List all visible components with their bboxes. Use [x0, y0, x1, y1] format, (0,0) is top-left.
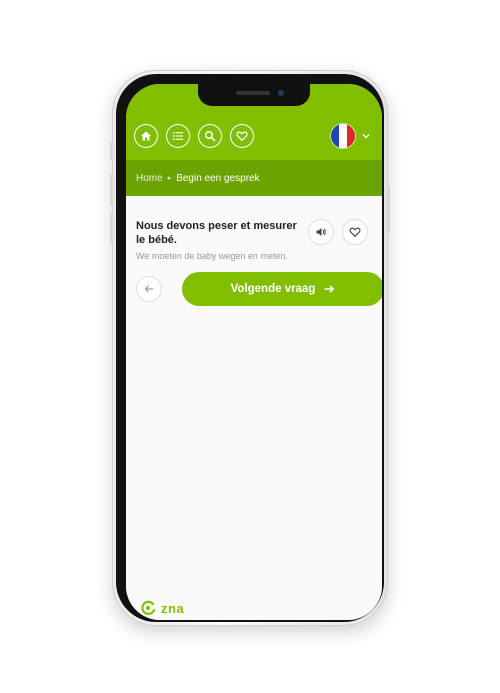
app-screen: Home ▸ Begin een gesprek Nous devons pes…	[126, 84, 382, 620]
question-translation: We moeten de baby wegen en meten.	[136, 251, 288, 261]
search-button[interactable]	[198, 124, 222, 148]
zna-logo: zna	[140, 600, 184, 616]
next-question-label: Volgende vraag	[230, 283, 316, 295]
france-flag-icon	[330, 123, 356, 149]
favorites-button[interactable]	[230, 124, 254, 148]
next-question-button[interactable]: Volgende vraag	[182, 272, 382, 306]
favorite-question-button[interactable]	[342, 219, 368, 245]
home-button[interactable]	[134, 124, 158, 148]
phone-frame: Home ▸ Begin een gesprek Nous devons pes…	[110, 70, 390, 626]
play-audio-button[interactable]	[308, 219, 334, 245]
heart-icon	[236, 131, 248, 142]
language-selector[interactable]	[330, 123, 370, 149]
zna-logo-mark-icon	[141, 600, 156, 615]
zna-logo-text: zna	[161, 600, 185, 616]
search-icon	[204, 130, 216, 142]
breadcrumb-current: Begin een gesprek	[176, 172, 260, 184]
phone-bezel: Home ▸ Begin een gesprek Nous devons pes…	[116, 74, 384, 622]
question-text: Nous devons peser et mesurer le bébé.	[136, 220, 297, 246]
header-nav	[134, 124, 254, 148]
heart-icon	[349, 227, 361, 238]
arrow-left-icon	[144, 285, 153, 293]
breadcrumb: Home ▸ Begin een gesprek	[126, 160, 382, 196]
breadcrumb-home-link[interactable]: Home	[136, 173, 163, 184]
arrow-right-icon	[324, 285, 335, 293]
speaker-icon	[316, 228, 326, 236]
list-icon	[173, 132, 183, 140]
notch	[198, 84, 310, 106]
main-content: Nous devons peser et mesurer le bébé. We…	[126, 196, 382, 620]
list-button[interactable]	[166, 124, 190, 148]
breadcrumb-separator-icon: ▸	[167, 175, 172, 182]
home-icon	[141, 131, 151, 141]
previous-question-button[interactable]	[136, 276, 162, 302]
chevron-down-icon	[362, 134, 370, 139]
